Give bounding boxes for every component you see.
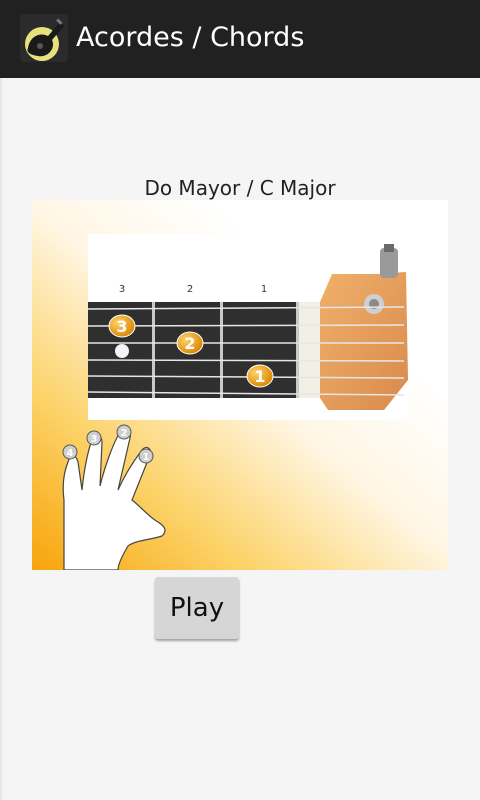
action-bar: Acordes / Chords: [0, 0, 480, 78]
hand-finger-label-2: 2: [121, 428, 128, 439]
open-string-dot: [115, 344, 129, 358]
play-button[interactable]: Play: [155, 577, 239, 639]
finger-marker-2-label: 2: [184, 334, 195, 353]
hand-finger-label-4: 4: [67, 448, 74, 459]
hand-finger-label-3: 3: [91, 434, 98, 445]
finger-marker-1: 1: [246, 364, 274, 388]
guitar-app-icon[interactable]: [20, 14, 68, 62]
finger-marker-3: 3: [108, 314, 136, 338]
fret-label-3: 3: [119, 284, 125, 295]
hand-finger-label-1: 1: [143, 452, 150, 463]
fret-label-1: 1: [261, 284, 267, 295]
chord-title: Do Mayor / C Major: [144, 176, 336, 200]
finger-marker-3-label: 3: [116, 317, 127, 336]
finger-marker-1-label: 1: [254, 367, 265, 386]
finger-marker-2: 2: [176, 331, 204, 355]
fret-label-2: 2: [187, 284, 193, 295]
chord-diagram: 3 2 1 3 2 1 4 3 2 1: [32, 200, 448, 570]
app-title: Acordes / Chords: [76, 22, 305, 53]
